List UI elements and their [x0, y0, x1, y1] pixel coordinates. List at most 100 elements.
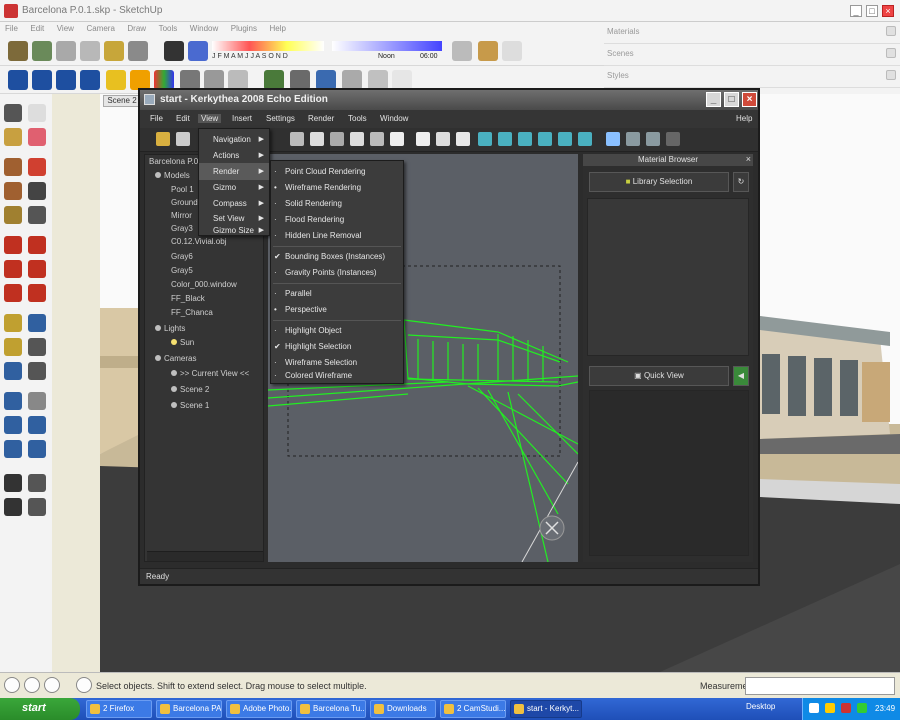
walk-icon[interactable] [264, 70, 284, 90]
home-icon[interactable] [56, 41, 76, 61]
tree-item[interactable]: Sun [171, 338, 194, 347]
tree-horizontal-scrollbar[interactable] [147, 551, 263, 561]
scale-icon[interactable] [4, 284, 22, 302]
polygon-icon[interactable] [4, 206, 22, 224]
render-parallel[interactable]: · Parallel [271, 285, 403, 302]
menu-tools[interactable]: Tools [159, 22, 178, 36]
zoom-window-icon[interactable] [342, 70, 362, 90]
security-icon[interactable] [825, 703, 835, 713]
kerkythea-export-icon[interactable] [106, 70, 126, 90]
pan-hand-icon[interactable] [350, 132, 364, 146]
cone-light-icon[interactable] [416, 132, 430, 146]
style-wire-icon[interactable] [204, 70, 224, 90]
orbit-tool-icon[interactable] [4, 392, 22, 410]
rotate-view-icon[interactable] [370, 132, 384, 146]
tree-lights-node[interactable]: Lights [155, 324, 185, 333]
volume-icon[interactable] [841, 703, 851, 713]
render-colored-wireframe[interactable]: · Colored Wireframe [271, 369, 403, 383]
light-icon[interactable] [130, 70, 150, 90]
image-icon[interactable] [606, 132, 620, 146]
tree-item[interactable]: FF_Black [171, 294, 205, 303]
section-plane-icon[interactable] [28, 498, 46, 516]
close-button[interactable]: × [882, 5, 894, 17]
zoom-extents-icon[interactable] [4, 440, 22, 458]
maximize-button[interactable]: □ [866, 5, 878, 17]
desktop-toolbar[interactable]: Desktop [746, 702, 775, 711]
sphere-icon[interactable] [646, 132, 660, 146]
taskbar-item[interactable]: 2 CamStudi... [440, 700, 506, 718]
taskbar-item[interactable]: Downloads [370, 700, 436, 718]
kt-menu-file[interactable]: File [150, 114, 163, 123]
scene-tab[interactable]: Scene 2 [103, 95, 141, 107]
top-view-icon[interactable] [32, 70, 52, 90]
menu-file[interactable]: File [5, 22, 18, 36]
circle-icon[interactable] [4, 182, 22, 200]
render-settings-icon[interactable] [558, 132, 572, 146]
menu-help[interactable]: Help [270, 22, 286, 36]
previous-view-icon[interactable] [28, 440, 46, 458]
menu-plugins[interactable]: Plugins [231, 22, 257, 36]
render-solid[interactable]: · Solid Rendering [271, 195, 403, 212]
render-start-icon[interactable] [478, 132, 492, 146]
credits-icon[interactable] [24, 677, 40, 693]
tree-item[interactable]: Mirror [171, 211, 192, 220]
open-folder-icon[interactable] [156, 132, 170, 146]
hour-slider[interactable] [332, 41, 442, 51]
move-camera-icon[interactable] [330, 132, 344, 146]
render-animation-icon[interactable] [578, 132, 592, 146]
menu-camera[interactable]: Camera [86, 22, 114, 36]
line-pencil-icon[interactable] [28, 158, 46, 176]
select-arrow-icon[interactable] [4, 104, 22, 122]
make-component-icon[interactable] [28, 104, 46, 122]
dimension-icon[interactable] [28, 314, 46, 332]
light-bulb-icon[interactable] [390, 132, 404, 146]
user-icon[interactable] [44, 677, 60, 693]
rotate-icon[interactable] [4, 260, 22, 278]
kt-menu-help[interactable]: Help [736, 114, 752, 123]
tape-icon[interactable] [452, 41, 472, 61]
iso-view-icon[interactable] [8, 70, 28, 90]
material-list[interactable] [587, 198, 749, 356]
library-selection-button[interactable]: ■ Library Selection [589, 172, 729, 192]
kt-menu-view[interactable]: View [198, 114, 222, 123]
styles-panel[interactable]: Styles [604, 66, 900, 88]
tree-item[interactable]: Ground [171, 198, 198, 207]
render-wireframe[interactable]: • Wireframe Rendering [271, 179, 403, 196]
style-xray-icon[interactable] [180, 70, 200, 90]
render-stop-icon[interactable] [538, 132, 552, 146]
walk-tool-icon[interactable] [4, 498, 22, 516]
document-icon[interactable] [80, 41, 100, 61]
component-icon[interactable] [478, 41, 498, 61]
3d-text-icon[interactable] [28, 362, 46, 380]
tree-item[interactable]: C0.12.Vivial.obj [171, 237, 226, 246]
materials-icon[interactable] [154, 70, 174, 90]
kt-menu-tools[interactable]: Tools [348, 114, 367, 123]
offset-icon[interactable] [28, 284, 46, 302]
pan-icon[interactable] [28, 392, 46, 410]
right-view-icon[interactable] [80, 70, 100, 90]
paint-bucket-icon[interactable] [4, 128, 22, 146]
material-editor-icon[interactable] [626, 132, 640, 146]
taskbar-item-active[interactable]: start - Kerkyt... [510, 700, 582, 718]
folder-icon[interactable] [104, 41, 124, 61]
material-browser-close-icon[interactable]: × [746, 154, 751, 164]
move-icon[interactable] [4, 236, 22, 254]
kt-minimize-button[interactable]: _ [706, 92, 721, 107]
rectangle-icon[interactable] [4, 158, 22, 176]
materials-panel[interactable]: Materials [604, 22, 900, 44]
orbit-icon[interactable] [368, 70, 388, 90]
tree-item[interactable]: FF_Chanca [171, 308, 213, 317]
settings-gear-icon[interactable] [8, 41, 28, 61]
tape-measure-icon[interactable] [4, 314, 22, 332]
kt-menu-render[interactable]: Render [308, 114, 334, 123]
render-gravity-points[interactable]: · Gravity Points (Instances) [271, 264, 403, 281]
tree-models-node[interactable]: Models [155, 171, 190, 180]
kt-close-button[interactable]: × [742, 92, 757, 107]
push-pull-icon[interactable] [28, 236, 46, 254]
kt-maximize-button[interactable]: □ [724, 92, 739, 107]
menu-edit[interactable]: Edit [30, 22, 44, 36]
tree-item[interactable]: >> Current View << [171, 369, 249, 378]
help-icon[interactable] [76, 677, 92, 693]
arc-icon[interactable] [28, 182, 46, 200]
tree-item[interactable]: Pool 1 [171, 185, 194, 194]
